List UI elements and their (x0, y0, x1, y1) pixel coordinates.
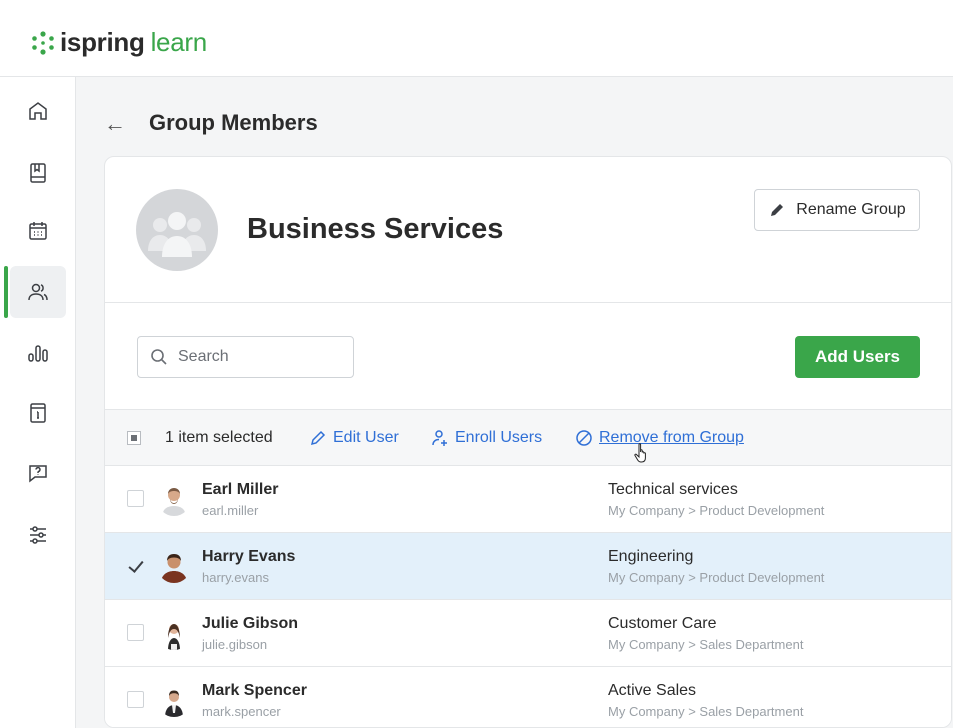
pencil-icon (771, 204, 784, 216)
back-button[interactable]: ← (104, 111, 126, 137)
question-icon (29, 465, 47, 483)
user-row[interactable]: Earl Miller earl.miller Technical servic… (105, 466, 951, 533)
department-path: My Company > Product Development (608, 570, 825, 585)
partial-check-mark (131, 435, 137, 441)
user-department: Customer Care (608, 615, 717, 632)
search-input[interactable] (178, 348, 338, 366)
logo-text-main: ispring (60, 27, 145, 57)
row-checkbox[interactable] (127, 490, 144, 507)
sidebar-item-reports[interactable] (10, 327, 66, 379)
avatar (157, 482, 191, 516)
user-name[interactable]: Earl Miller (202, 481, 278, 499)
settings-sliders-icon (30, 526, 46, 544)
logo-text-accent: learn (150, 27, 208, 57)
user-name[interactable]: Julie Gibson (202, 615, 298, 633)
row-checkbox[interactable] (127, 691, 144, 708)
search-icon (151, 349, 167, 365)
page-title: Group Members (149, 110, 318, 135)
user-photo-icon (157, 482, 191, 516)
user-login: mark.spencer (202, 704, 281, 719)
department-path: My Company > Sales Department (608, 637, 804, 652)
user-department: Technical services (608, 481, 738, 498)
department-path: My Company > Product Development (608, 503, 825, 518)
hand-cursor-icon (634, 443, 646, 463)
book-icon (30, 163, 46, 183)
user-login: harry.evans (202, 570, 269, 585)
remove-from-group-action[interactable]: Remove from Group (575, 429, 744, 447)
sidebar-active-indicator (4, 266, 8, 318)
selection-count: 1 item selected (165, 429, 273, 446)
users-icon (28, 283, 48, 301)
user-row[interactable]: Harry Evans harry.evans Engineering My C… (105, 533, 951, 600)
user-row[interactable]: Mark Spencer mark.spencer Active Sales M… (105, 667, 951, 727)
edit-user-action[interactable]: Edit User (309, 429, 399, 447)
sidebar-item-settings[interactable] (10, 509, 66, 561)
ispring-logo-icon (32, 30, 54, 55)
user-department: Active Sales (608, 682, 697, 699)
home-icon (29, 102, 47, 120)
user-login: julie.gibson (202, 637, 268, 652)
user-name[interactable]: Mark Spencer (202, 682, 307, 700)
rename-group-button[interactable]: Rename Group (754, 189, 920, 231)
group-header: Business Services Rename Group (105, 157, 951, 303)
enroll-users-action[interactable]: Enroll Users (431, 429, 542, 447)
user-row[interactable]: Julie Gibson julie.gibson Customer Care … (105, 600, 951, 667)
user-login: earl.miller (202, 503, 259, 518)
add-users-button[interactable]: Add Users (795, 336, 920, 378)
add-user-icon (432, 430, 447, 446)
sidebar-item-home[interactable] (10, 85, 66, 137)
prohibit-icon (576, 430, 592, 446)
avatar (157, 549, 191, 583)
row-checkbox[interactable] (127, 557, 144, 574)
department-path: My Company > Sales Department (608, 704, 804, 719)
user-photo-icon (157, 683, 191, 717)
group-card: Business Services Rename Group Add Users… (104, 156, 952, 728)
search-box[interactable] (137, 336, 354, 378)
user-photo-icon (157, 616, 191, 650)
select-all-checkbox[interactable] (127, 431, 141, 445)
remove-from-group-label: Remove from Group (599, 429, 744, 446)
sidebar-item-calendar[interactable] (10, 205, 66, 257)
sidebar-item-info[interactable] (10, 387, 66, 439)
edit-pencil-icon (310, 430, 326, 446)
top-bar: ispring learn (0, 0, 953, 77)
enroll-users-label: Enroll Users (455, 429, 543, 446)
rename-group-label: Rename Group (796, 201, 906, 218)
group-people-icon (148, 212, 206, 257)
group-name: Business Services (247, 213, 504, 245)
info-card-icon (30, 403, 46, 423)
avatar (157, 683, 191, 717)
row-checkbox[interactable] (127, 624, 144, 641)
calendar-icon (29, 222, 47, 240)
selection-toolbar: 1 item selected Edit User Enroll Users R… (105, 409, 951, 466)
sidebar-item-library[interactable] (10, 147, 66, 199)
avatar (157, 616, 191, 650)
edit-user-label: Edit User (333, 429, 399, 446)
sidebar (0, 77, 76, 728)
group-avatar (136, 189, 218, 271)
user-name[interactable]: Harry Evans (202, 548, 295, 566)
user-department: Engineering (608, 548, 694, 565)
logo[interactable]: ispring learn (30, 27, 207, 58)
sidebar-item-users[interactable] (10, 266, 66, 318)
user-photo-icon (157, 549, 191, 583)
reports-icon (28, 345, 48, 362)
sidebar-item-help[interactable] (10, 447, 66, 499)
